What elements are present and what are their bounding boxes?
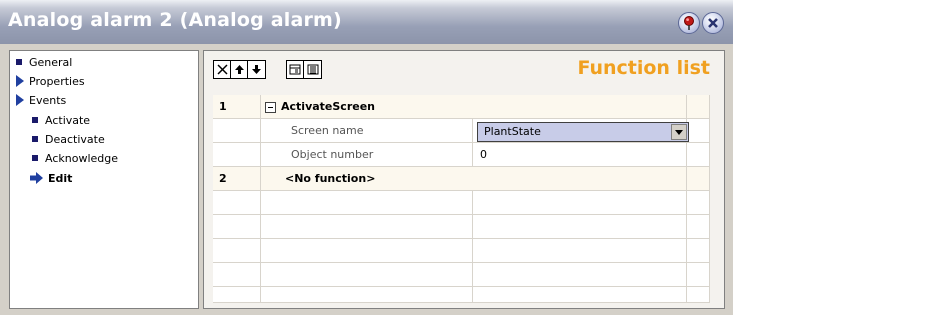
square-bullet-icon [16,59,22,65]
collapse-icon[interactable] [265,101,276,113]
function-name-cell: ActivateScreen [261,95,687,119]
expand-triangle-icon[interactable] [16,75,24,87]
move-down-icon[interactable] [248,61,265,78]
empty-row [213,191,710,215]
tree-item-acknowledge[interactable]: Acknowledge [32,150,118,168]
tree-item-label: Events [29,94,67,107]
object-number-field[interactable]: 0 [473,143,687,167]
close-icon[interactable] [702,12,724,34]
dropdown-value: PlantState [484,125,541,138]
tree-item-properties[interactable]: Properties [16,73,85,91]
toolbar-move-group [213,60,266,79]
window-title: Analog alarm 2 (Analog alarm) [8,9,342,31]
parameter-row: Screen name PlantState [213,119,710,143]
tree-item-label: Activate [45,114,91,127]
expand-triangle-icon[interactable] [16,94,24,106]
tree-item-label: General [29,56,73,69]
delete-icon[interactable] [214,61,231,78]
function-list-panel: Function list 1 ActivateScreen Screen na… [203,50,725,309]
empty-row [213,215,710,239]
square-bullet-icon [32,155,38,161]
param-label: Screen name [261,119,473,143]
row-end-cell [687,143,710,167]
empty-row [213,287,710,303]
tree-item-activate[interactable]: Activate [32,112,90,130]
event-tree: General Properties Events Activate Deact… [9,50,199,309]
function-row[interactable]: 2 <No function> [213,167,710,191]
param-label: Object number [261,143,473,167]
chevron-down-icon[interactable] [671,124,687,140]
row-number: 2 [213,167,261,191]
row-end-cell [687,95,710,119]
expand-list-icon[interactable] [304,61,321,78]
tree-item-edit[interactable]: Edit [30,170,72,188]
row-number [213,143,261,167]
row-number: 1 [213,95,261,119]
function-name: <No function> [261,167,687,191]
function-row[interactable]: 1 ActivateScreen [213,95,710,119]
empty-row [213,263,710,287]
parameter-row: Object number 0 [213,143,710,167]
properties-window: Analog alarm 2 (Analog alarm) General Pr… [0,0,733,315]
tree-item-label: Acknowledge [45,152,119,165]
function-name: ActivateScreen [281,100,375,113]
collapse-list-icon[interactable] [287,61,304,78]
row-end-cell [687,167,710,191]
toolbar-expand-group [286,60,322,79]
move-up-icon[interactable] [231,61,248,78]
function-grid: 1 ActivateScreen Screen name PlantState [213,95,710,303]
tree-item-label: Properties [29,75,85,88]
tree-item-general[interactable]: General [16,54,72,72]
row-number [213,119,261,143]
square-bullet-icon [32,117,38,123]
tree-item-label: Deactivate [45,133,105,146]
arrow-right-icon [30,172,43,184]
square-bullet-icon [32,136,38,142]
title-bar: Analog alarm 2 (Analog alarm) [0,0,733,44]
pin-help-icon[interactable] [678,12,700,34]
function-list-title: Function list [577,57,710,79]
screen-name-dropdown[interactable]: PlantState [477,122,689,142]
tree-item-deactivate[interactable]: Deactivate [32,131,105,149]
row-end-cell [687,119,710,143]
tree-item-label: Edit [48,172,73,185]
empty-row [213,239,710,263]
tree-item-events[interactable]: Events [16,92,66,110]
